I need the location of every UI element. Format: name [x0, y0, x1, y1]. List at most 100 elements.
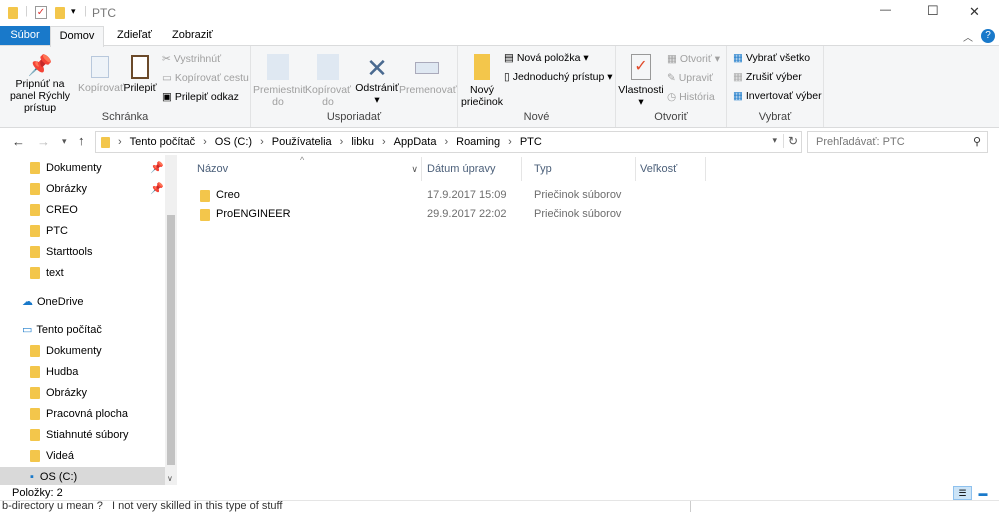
chevron-right-icon: › — [339, 136, 344, 148]
new-group-label: Nové — [523, 111, 550, 123]
easy-access-button[interactable]: ▯ Jednoduchý prístup ▾ — [504, 71, 613, 83]
column-header-name[interactable]: Názov ^ ∨ — [185, 155, 422, 181]
pin-quick-access-button[interactable]: 📌 Pripnúť na panel Rýchly prístup — [4, 54, 76, 114]
column-header-type[interactable]: Typ — [522, 157, 636, 181]
properties-quick-icon[interactable]: ✓ — [35, 6, 47, 19]
dropdown-arrow-icon: ▾ — [374, 94, 380, 106]
nav-item-videos[interactable]: Videá — [0, 446, 165, 467]
ribbon-tabs: Súbor Domov Zdieľať Zobraziť ︿ ? — [0, 26, 999, 47]
open-button[interactable]: ▦ Otvoriť ▾ — [667, 53, 720, 65]
copy-to-button[interactable]: Kopírovať do — [303, 54, 353, 108]
file-row[interactable]: ProENGINEER 29.9.2017 22:02 Priečinok sú… — [190, 205, 660, 224]
pictures-icon — [30, 183, 40, 196]
cut-button[interactable]: ✂ Vystrihnúť — [162, 53, 221, 65]
clipboard-group-label: Schránka — [101, 111, 149, 123]
address-dropdown-icon[interactable]: ▾ — [772, 135, 777, 146]
move-to-button[interactable]: Premiestniť do — [253, 54, 307, 108]
invert-selection-button[interactable]: ▦ Invertovať výber — [733, 90, 822, 102]
details-view-button[interactable]: ☰ — [953, 486, 972, 500]
nav-item-text[interactable]: text — [0, 263, 165, 284]
breadcrumb[interactable]: libku — [351, 136, 374, 148]
maximize-button[interactable]: ☐ — [927, 3, 939, 19]
recent-locations-button[interactable]: ▾ — [62, 136, 67, 147]
nav-item-creo[interactable]: CREO — [0, 200, 165, 221]
select-all-button[interactable]: ▦ Vybrať všetko — [733, 52, 810, 64]
breadcrumb[interactable]: Tento počítač — [130, 136, 195, 148]
nav-item-documents[interactable]: Dokumenty 📌 — [0, 158, 165, 179]
customize-toolbar-icon[interactable]: ▾ — [71, 6, 76, 17]
properties-button[interactable]: ✓ Vlastnosti ▾ — [618, 54, 664, 108]
tab-view[interactable]: Zobraziť — [160, 26, 225, 46]
sort-ascending-icon: ^ — [300, 155, 305, 165]
file-type: Priečinok súborov — [534, 208, 622, 220]
help-icon[interactable]: ? — [981, 29, 995, 43]
column-header-date[interactable]: Dátum úpravy — [415, 157, 522, 181]
up-button[interactable]: ↑ — [78, 133, 85, 148]
clipboard-group: 📌 Pripnúť na panel Rýchly prístup Kopírov… — [0, 46, 251, 127]
new-folder-button[interactable]: Nový priečinok — [460, 54, 504, 108]
videos-icon — [30, 450, 40, 463]
file-type: Priečinok súborov — [534, 189, 622, 201]
delete-button[interactable]: ✕ Odstrániť ▾ — [354, 54, 400, 106]
folder-icon — [30, 267, 40, 280]
tab-file[interactable]: Súbor — [0, 26, 50, 46]
background-window: b-directory u mean ? I not very skilled … — [0, 500, 999, 512]
search-input[interactable]: Prehľadávať: PTC ⚲ — [807, 131, 988, 153]
collapse-ribbon-icon[interactable]: ︿ — [963, 29, 973, 44]
breadcrumb-list: › Tento počítač › OS (C:) › Používatelia › l… — [96, 132, 801, 152]
select-group-label: Vybrať — [758, 111, 792, 123]
close-button[interactable]: ✕ — [969, 4, 980, 20]
breadcrumb[interactable]: Roaming — [456, 136, 500, 148]
nav-item-music[interactable]: Hudba — [0, 362, 165, 383]
column-header-size[interactable]: Veľkosť — [628, 157, 706, 181]
nav-item-this-pc[interactable]: ▭ Tento počítač — [0, 320, 165, 341]
file-row[interactable]: Creo 17.9.2017 15:09 Priečinok súborov — [190, 186, 660, 205]
nav-item-os-c[interactable]: ▪ OS (C:) — [0, 467, 177, 485]
onedrive-cloud-icon: ☁ — [22, 296, 33, 308]
large-icons-view-button[interactable]: ▬ — [976, 486, 990, 500]
scrollbar-thumb[interactable] — [167, 215, 175, 465]
nav-item-starttools[interactable]: Starttools — [0, 242, 165, 263]
nav-item-onedrive[interactable]: ☁ OneDrive — [0, 292, 165, 313]
nav-item-desktop[interactable]: Pracovná plocha — [0, 404, 165, 425]
edit-button[interactable]: ✎ Upraviť — [667, 72, 713, 84]
navigation-pane: Dokumenty 📌 Obrázky 📌 CREO PTC Starttools … — [0, 155, 177, 485]
nav-item-pictures-pc[interactable]: Obrázky — [0, 383, 165, 404]
history-button[interactable]: ◷ História — [667, 91, 715, 103]
tab-share[interactable]: Zdieľať — [105, 26, 164, 46]
forward-button[interactable]: → — [37, 134, 50, 149]
folder-icon — [30, 225, 40, 238]
nav-item-ptc[interactable]: PTC — [0, 221, 165, 242]
breadcrumb[interactable]: Používatelia — [272, 136, 332, 148]
select-none-button[interactable]: ▦ Zrušiť výber — [733, 71, 802, 83]
nav-item-pictures[interactable]: Obrázky 📌 — [0, 179, 165, 200]
copy-path-button[interactable]: ▭ Kopírovať cestu — [162, 72, 249, 84]
nav-item-documents-pc[interactable]: Dokumenty — [0, 341, 165, 362]
delete-x-icon: ✕ — [366, 53, 388, 83]
divider: | — [25, 5, 28, 17]
back-button[interactable]: ← — [12, 134, 25, 149]
nav-scrollbar[interactable]: ∨ — [165, 155, 177, 485]
pin-icon[interactable]: 📌 — [150, 179, 164, 200]
minimize-button[interactable]: — — [880, 4, 891, 16]
nav-item-downloads[interactable]: Stiahnuté súbory — [0, 425, 165, 446]
easy-access-icon: ▯ — [504, 71, 513, 83]
new-item-button[interactable]: ▤ Nová položka ▾ — [504, 52, 589, 64]
search-placeholder: Prehľadávať: PTC — [816, 136, 905, 148]
chevron-right-icon: › — [508, 136, 512, 148]
copy-button[interactable]: Kopírovať — [78, 54, 124, 94]
refresh-icon[interactable]: ↻ — [782, 134, 798, 148]
breadcrumb[interactable]: AppData — [394, 136, 437, 148]
breadcrumb[interactable]: OS (C:) — [215, 136, 252, 148]
status-bar: Položky: 2 ☰ ▬ — [0, 486, 999, 500]
tab-home[interactable]: Domov — [50, 26, 104, 47]
paste-shortcut-button[interactable]: ▣ Prilepiť odkaz — [162, 91, 239, 103]
breadcrumb[interactable]: PTC — [520, 136, 542, 148]
pin-icon[interactable]: 📌 — [150, 158, 164, 179]
paste-button[interactable]: Prilepiť — [123, 54, 157, 94]
new-folder-quick-icon[interactable] — [55, 7, 65, 19]
folder-icon — [101, 136, 110, 148]
address-bar[interactable]: › Tento počítač › OS (C:) › Používatelia › l… — [95, 131, 802, 153]
scroll-down-icon[interactable]: ∨ — [167, 474, 173, 483]
rename-button[interactable]: Premenovať — [399, 54, 457, 96]
